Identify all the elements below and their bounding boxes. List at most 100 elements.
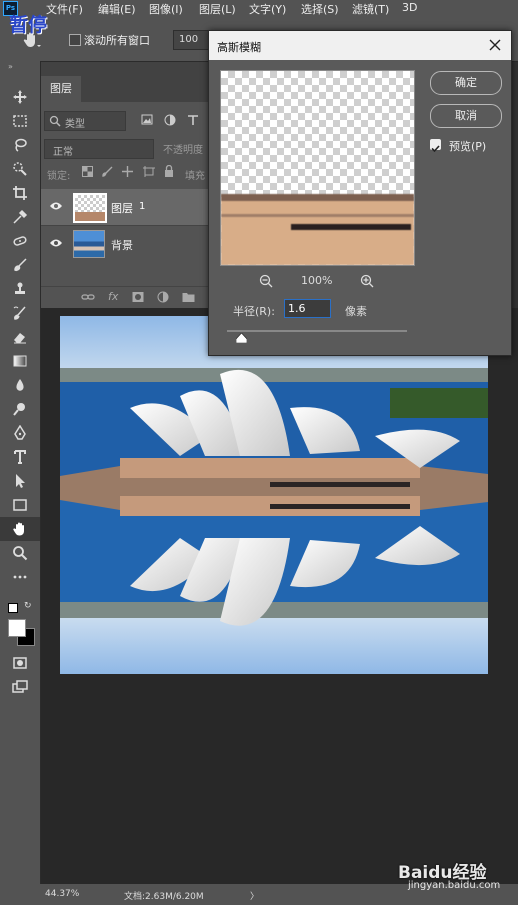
- add-mask-icon[interactable]: [132, 291, 144, 303]
- search-icon: [49, 115, 61, 127]
- pen-tool-icon[interactable]: [0, 421, 40, 445]
- dialog-title-bar: 高斯模糊: [209, 31, 511, 60]
- type-tool-icon[interactable]: [0, 445, 40, 469]
- lock-transparent-pixels-icon[interactable]: [82, 166, 93, 177]
- menu-filter[interactable]: 滤镜(T): [352, 1, 389, 17]
- menu-file[interactable]: 文件(F): [46, 1, 83, 17]
- menu-select[interactable]: 选择(S): [301, 1, 339, 17]
- new-group-folder-icon[interactable]: [182, 291, 195, 303]
- visibility-eye-icon[interactable]: [49, 201, 63, 211]
- layer-row-layer-1[interactable]: 图层 1: [41, 189, 209, 225]
- background-layer-thumbnail: [73, 230, 105, 258]
- lock-position-icon[interactable]: [122, 166, 133, 177]
- cancel-button[interactable]: 取消: [430, 104, 502, 128]
- layer-filter-dropdown[interactable]: 类型: [44, 111, 126, 131]
- tab-layers[interactable]: 图层: [41, 76, 81, 102]
- marquee-tool-icon[interactable]: [0, 109, 40, 133]
- move-tool-icon[interactable]: [0, 85, 40, 109]
- pause-overlay-label: 暂停: [9, 14, 48, 36]
- panel-dock-header: [41, 62, 209, 76]
- opacity-label: 不透明度: [163, 145, 203, 156]
- brush-tool-icon[interactable]: [0, 253, 40, 277]
- background-layer-name: 背景: [111, 239, 133, 252]
- screen-mode-icon[interactable]: [0, 675, 40, 699]
- menu-type[interactable]: 文字(Y): [249, 1, 286, 17]
- blur-tool-icon[interactable]: [0, 373, 40, 397]
- lasso-tool-icon[interactable]: [0, 133, 40, 157]
- lock-all-icon[interactable]: [164, 165, 174, 177]
- tools-panel: » ↻: [0, 61, 41, 905]
- eyedropper-tool-icon[interactable]: [0, 205, 40, 229]
- document-size: 文档:2.63M/6.20M: [124, 892, 204, 902]
- quick-selection-tool-icon[interactable]: [0, 157, 40, 181]
- menu-layer[interactable]: 图层(L): [199, 1, 236, 17]
- ok-button[interactable]: 确定: [430, 71, 502, 95]
- foreground-color-swatch[interactable]: [8, 619, 26, 637]
- quick-mask-icon[interactable]: [0, 651, 40, 675]
- menu-edit[interactable]: 编辑(E): [98, 1, 136, 17]
- thumbnail-building-strip: [75, 212, 105, 221]
- status-menu-arrow[interactable]: 〉: [250, 889, 259, 902]
- visibility-eye-icon[interactable]: [49, 238, 63, 248]
- layer-style-fx-icon[interactable]: fx: [108, 290, 118, 303]
- rectangle-tool-icon[interactable]: [0, 493, 40, 517]
- gaussian-blur-dialog: 高斯模糊 100% 半径(R): 像素 确定 取消 预览(P): [208, 30, 512, 356]
- layer-row-background[interactable]: 背景: [41, 225, 209, 262]
- default-colors-icon[interactable]: [8, 603, 18, 613]
- blur-preview-pane[interactable]: [220, 70, 415, 266]
- layer-filter-label: 类型: [65, 119, 85, 130]
- gradient-tool-icon[interactable]: [0, 349, 40, 373]
- layer-1-suffix: 1: [139, 201, 146, 212]
- layer-1-thumbnail: [73, 193, 107, 223]
- eraser-tool-icon[interactable]: [0, 325, 40, 349]
- preview-zoom-percent: 100%: [301, 274, 333, 287]
- layer-1-name: 图层: [111, 202, 133, 215]
- path-selection-tool-icon[interactable]: [0, 469, 40, 493]
- preview-checkbox[interactable]: [430, 139, 441, 153]
- collapse-arrows-icon[interactable]: »: [8, 62, 13, 71]
- dialog-title: 高斯模糊: [217, 41, 261, 54]
- zoom-in-icon[interactable]: [360, 274, 374, 288]
- blend-mode-value: 正常: [53, 147, 73, 158]
- link-layers-icon[interactable]: [81, 291, 95, 303]
- zoom-out-icon[interactable]: [259, 274, 273, 288]
- scroll-all-windows-label: 滚动所有窗口: [84, 34, 150, 47]
- watermark-url: jingyan.baidu.com: [408, 880, 501, 891]
- blend-mode-dropdown[interactable]: 正常: [44, 139, 154, 159]
- radius-label: 半径(R):: [233, 305, 275, 318]
- type-layer-filter-icon[interactable]: [187, 114, 199, 126]
- menu-bar: Ps 文件(F) 编辑(E) 图像(I) 图层(L) 文字(Y) 选择(S) 滤…: [0, 0, 518, 17]
- layers-tab-bar: 图层: [41, 76, 209, 102]
- document-image-opera-house-reflection[interactable]: [60, 316, 488, 674]
- lock-label: 锁定:: [47, 171, 71, 182]
- clone-stamp-tool-icon[interactable]: [0, 277, 40, 301]
- fill-label: 填充: [185, 171, 205, 182]
- swap-colors-icon[interactable]: ↻: [24, 601, 32, 611]
- pixel-layer-filter-icon[interactable]: [141, 114, 153, 125]
- history-brush-tool-icon[interactable]: [0, 301, 40, 325]
- hand-tool-icon[interactable]: [0, 517, 40, 541]
- radius-input[interactable]: [284, 299, 331, 318]
- radius-unit-label: 像素: [345, 305, 367, 318]
- dodge-tool-icon[interactable]: [0, 397, 40, 421]
- scroll-all-windows-checkbox[interactable]: [69, 34, 81, 46]
- radius-slider-track[interactable]: [227, 330, 407, 332]
- new-adjustment-layer-icon[interactable]: [157, 291, 169, 303]
- layers-panel-footer: fx: [41, 286, 209, 307]
- menu-image[interactable]: 图像(I): [149, 1, 183, 17]
- preview-building-image: [221, 194, 414, 265]
- more-tools-icon[interactable]: [0, 565, 40, 589]
- zoom-level[interactable]: 44.37%: [45, 889, 79, 899]
- preview-label: 预览(P): [449, 140, 487, 153]
- checkmark-icon: [431, 145, 440, 153]
- lock-artboard-icon[interactable]: [143, 166, 155, 177]
- adjustment-layer-filter-icon[interactable]: [164, 114, 176, 126]
- close-icon[interactable]: [489, 39, 501, 51]
- zoom-tool-icon[interactable]: [0, 541, 40, 565]
- healing-brush-tool-icon[interactable]: [0, 229, 40, 253]
- document-canvas-area[interactable]: [41, 308, 518, 884]
- crop-tool-icon[interactable]: [0, 181, 40, 205]
- menu-3d[interactable]: 3D: [402, 1, 417, 14]
- lock-image-pixels-icon[interactable]: [102, 166, 113, 177]
- radius-slider-thumb[interactable]: [235, 333, 247, 343]
